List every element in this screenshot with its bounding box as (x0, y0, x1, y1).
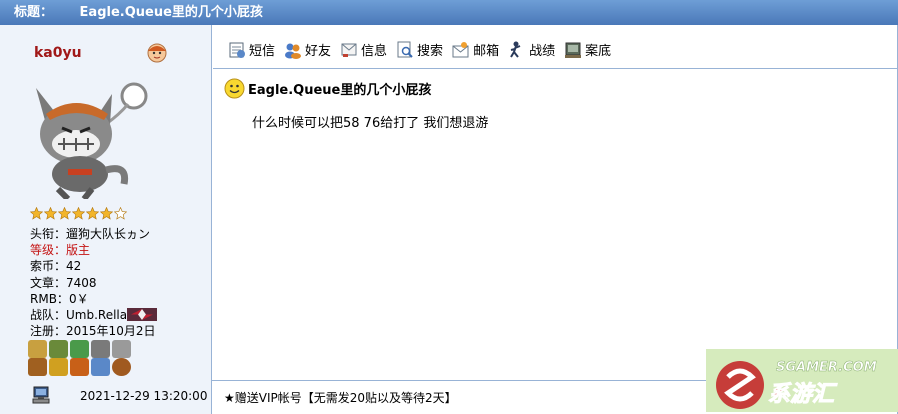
medal-icon[interactable] (112, 340, 131, 358)
site-watermark: SGAMER.COM 系游汇 (706, 349, 898, 412)
profile-team-row: 战队：Umb.Rella (30, 307, 158, 323)
friends-icon (285, 43, 302, 59)
medal-icon[interactable] (70, 358, 89, 376)
profile-registered-row: 注册：2015年10月2日 (30, 324, 156, 339)
toolbar-search[interactable]: 搜索 (396, 40, 443, 59)
medal-icon[interactable] (28, 340, 47, 358)
post-time: 2021-12-29 13:20:00 (80, 389, 208, 403)
toolbar-info[interactable]: 信息 (340, 40, 387, 59)
star-icon (72, 207, 85, 220)
watermark-line2: 系游汇 (768, 382, 838, 407)
medal-icon[interactable] (28, 358, 47, 376)
user-posts: 7408 (66, 275, 97, 290)
computer-icon (32, 386, 50, 404)
profile-posts-row: 文章：7408 (30, 275, 97, 290)
username[interactable]: ka0yu (34, 45, 82, 61)
user-team[interactable]: Umb.Rella (66, 308, 127, 322)
user-title: 遛狗大队长ヵン (66, 227, 151, 241)
watermark-line1: SGAMER.COM (776, 360, 877, 375)
user-face-icon[interactable] (146, 41, 168, 63)
toolbar-history[interactable]: 案底 (564, 40, 611, 59)
thread-title: Eagle.Queue里的几个小屁孩 (79, 5, 263, 20)
rank-stars (30, 207, 127, 220)
user-coins: 42 (66, 259, 82, 274)
medal-icon[interactable] (112, 358, 131, 376)
team-logo-icon (127, 308, 158, 322)
user-toolbar: 短信 好友 信息 搜索 邮箱 战绩 案底 (228, 40, 620, 59)
user-profile: 头衔：遛狗大队长ヵン 等级：版主 索币：42 文章：7408 RMB：0￥ 战队… (30, 226, 158, 339)
history-icon (565, 42, 582, 58)
user-avatar[interactable] (28, 74, 163, 199)
medal-icon[interactable] (49, 340, 68, 358)
message-icon (229, 42, 245, 58)
toolbar-record[interactable]: 战绩 (508, 40, 555, 59)
medal-icon[interactable] (91, 358, 110, 376)
toolbar-divider (213, 68, 897, 69)
profile-coins-row: 索币：42 (30, 259, 82, 274)
user-rmb: 0￥ (68, 291, 89, 306)
thread-title-bar: 标题： Eagle.Queue里的几个小屁孩 (0, 0, 898, 25)
smiley-icon (224, 78, 245, 99)
empty-star-icon (114, 207, 127, 220)
search-icon (397, 41, 413, 58)
profile-level-row: 等级：版主 (30, 243, 91, 258)
title-label: 标题： (14, 5, 54, 20)
info-icon (341, 43, 357, 57)
profile-rmb-row: RMB：0￥ (30, 291, 89, 306)
star-icon (30, 207, 43, 220)
toolbar-mail[interactable]: 邮箱 (452, 40, 499, 59)
star-icon (86, 207, 99, 220)
mail-icon (452, 41, 469, 57)
toolbar-message[interactable]: 短信 (228, 40, 275, 59)
post-signature[interactable]: ★赠送VIP帐号【无需发20贴以及等待2天】 (224, 389, 457, 406)
medal-icon[interactable] (49, 358, 68, 376)
medal-icon[interactable] (70, 340, 89, 358)
post-content: 什么时候可以把58 76给打了 我们想退游 (252, 116, 489, 131)
post-header: Eagle.Queue里的几个小屁孩 (224, 78, 431, 99)
user-level: 版主 (66, 243, 91, 258)
toolbar-friends[interactable]: 好友 (284, 40, 331, 59)
star-icon (58, 207, 71, 220)
record-icon (510, 41, 521, 58)
star-icon (100, 207, 113, 220)
post-title: Eagle.Queue里的几个小屁孩 (248, 83, 432, 98)
star-icon (44, 207, 57, 220)
user-registered: 2015年10月2日 (66, 324, 156, 339)
profile-title-row: 头衔：遛狗大队长ヵン (30, 227, 151, 241)
medal-icon[interactable] (91, 340, 110, 358)
medal-grid (28, 340, 131, 376)
